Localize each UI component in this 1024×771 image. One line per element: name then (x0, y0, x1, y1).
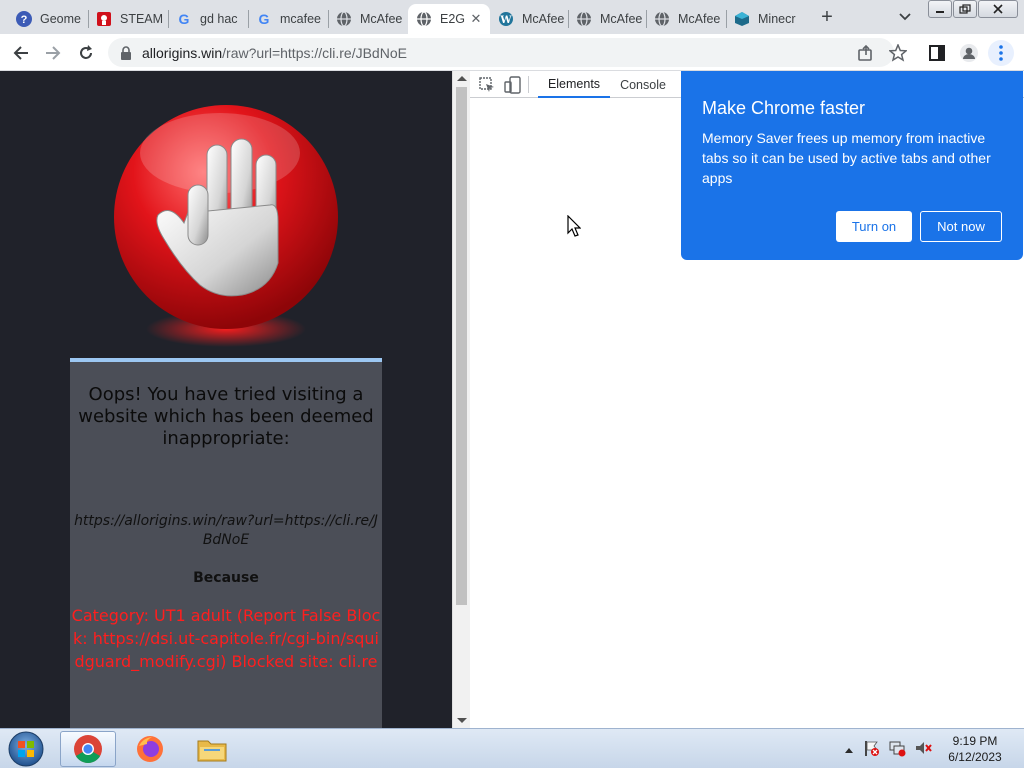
tab-elements[interactable]: Elements (538, 71, 610, 98)
clock-date: 6/12/2023 (948, 750, 1002, 764)
browser-toolbar: allorigins.win/raw?url=https://cli.re/JB… (0, 34, 1024, 71)
action-center-flag-icon[interactable] (862, 739, 880, 760)
steam-icon (96, 11, 112, 27)
because-label: Because (193, 570, 259, 586)
volume-muted-icon[interactable] (914, 739, 932, 760)
windows-logo-icon (8, 731, 44, 767)
lock-icon[interactable] (120, 45, 132, 60)
block-title: Oops! You have tried visiting a website … (78, 384, 374, 449)
tab-6[interactable]: W McAfee (490, 4, 568, 34)
scroll-down-arrow-icon[interactable] (457, 718, 467, 723)
tab-strip: ? Geome STEAM G gd hac G mcafee McAfee E… (0, 0, 1024, 34)
menu-button[interactable] (988, 40, 1014, 66)
start-button[interactable] (6, 730, 46, 768)
windows-taskbar: 9:19 PM 6/12/2023 (0, 728, 1024, 768)
reload-icon (80, 45, 92, 59)
tab-8[interactable]: McAfee (646, 4, 726, 34)
url-path: /raw?url=https://cli.re/JBdNoE (222, 44, 407, 61)
chrome-icon (74, 735, 102, 763)
tab-2[interactable]: G gd hac (168, 4, 248, 34)
avatar-icon (960, 44, 978, 62)
taskbar-chrome[interactable] (60, 731, 116, 767)
blocked-url: https://allorigins.win/raw?url=https://c… (74, 513, 378, 548)
page-content: Oops! You have tried visiting a website … (0, 71, 452, 728)
page-scrollbar[interactable] (452, 71, 470, 728)
tab-0[interactable]: ? Geome (8, 4, 88, 34)
reload-button[interactable] (73, 40, 99, 66)
star-icon (889, 44, 907, 62)
tab-search-chevron-icon[interactable] (896, 8, 914, 26)
google-icon: G (256, 11, 272, 27)
network-icon[interactable] (888, 739, 906, 760)
profile-button[interactable] (956, 40, 982, 66)
stop-hand-icon (110, 103, 342, 353)
globe-icon (576, 11, 592, 27)
globe-icon (416, 11, 432, 27)
tab-console[interactable]: Console (612, 71, 674, 98)
close-window-button[interactable] (978, 0, 1018, 18)
url-text: allorigins.win/raw?url=https://cli.re/JB… (142, 45, 407, 61)
tab-1[interactable]: STEAM (88, 4, 168, 34)
scroll-up-arrow-icon[interactable] (457, 76, 467, 81)
share-button[interactable] (853, 40, 879, 66)
svg-text:W: W (499, 15, 512, 26)
globe-icon (336, 11, 352, 27)
google-icon: G (176, 11, 192, 27)
address-bar[interactable]: allorigins.win/raw?url=https://cli.re/JB… (108, 38, 894, 67)
share-icon (858, 44, 872, 61)
minecraft-icon (734, 11, 750, 27)
back-button[interactable] (8, 40, 34, 66)
devtools-divider (528, 76, 529, 93)
side-panel-button[interactable] (924, 40, 950, 66)
inspect-element-icon[interactable] (478, 76, 496, 94)
minimize-window-button[interactable] (928, 0, 952, 18)
not-now-button[interactable]: Not now (920, 211, 1002, 242)
mouse-cursor-icon (567, 214, 582, 237)
scrollbar-thumb[interactable] (456, 87, 467, 605)
promo-title: Make Chrome faster (702, 98, 866, 118)
forward-button[interactable] (40, 40, 66, 66)
promo-body: Memory Saver frees up memory from inacti… (702, 130, 991, 186)
tab-7[interactable]: McAfee (568, 4, 646, 34)
forward-arrow-icon (46, 46, 61, 60)
taskbar-clock[interactable]: 9:19 PM 6/12/2023 (940, 733, 1010, 765)
svg-text:?: ? (21, 14, 28, 26)
wordpress-icon: W (498, 11, 514, 27)
turn-on-button[interactable]: Turn on (836, 211, 912, 242)
side-panel-icon (929, 45, 945, 61)
folder-icon (197, 740, 227, 762)
restore-window-button[interactable] (953, 0, 977, 18)
show-hidden-icons-icon[interactable] (844, 742, 854, 757)
close-tab-icon[interactable]: ✕ (468, 11, 484, 27)
url-host: allorigins.win (142, 44, 223, 61)
globe-icon (654, 11, 670, 27)
bookmark-button[interactable] (885, 40, 911, 66)
tab-5-active[interactable]: E2G ✕ (408, 4, 490, 34)
firefox-icon (137, 736, 163, 762)
svg-text:G: G (259, 11, 270, 27)
clock-time: 9:19 PM (952, 734, 998, 748)
kebab-menu-icon (999, 45, 1003, 61)
device-toolbar-icon[interactable] (504, 76, 522, 94)
taskbar-file-explorer[interactable] (184, 731, 240, 767)
block-message-card: Oops! You have tried visiting a website … (70, 358, 382, 728)
taskbar-firefox[interactable] (122, 731, 178, 767)
tab-4[interactable]: McAfee (328, 4, 408, 34)
svg-text:G: G (179, 11, 190, 27)
memory-saver-promo: Make Chrome faster Memory Saver frees up… (681, 71, 1023, 260)
tab-9[interactable]: Minecr (726, 4, 806, 34)
back-arrow-icon (13, 46, 28, 60)
new-tab-button[interactable]: + (816, 6, 838, 28)
tab-3[interactable]: G mcafee (248, 4, 328, 34)
help-icon: ? (16, 11, 32, 27)
block-reason: Category: UT1 adult (Report False Block:… (71, 606, 381, 671)
system-tray (844, 737, 932, 761)
